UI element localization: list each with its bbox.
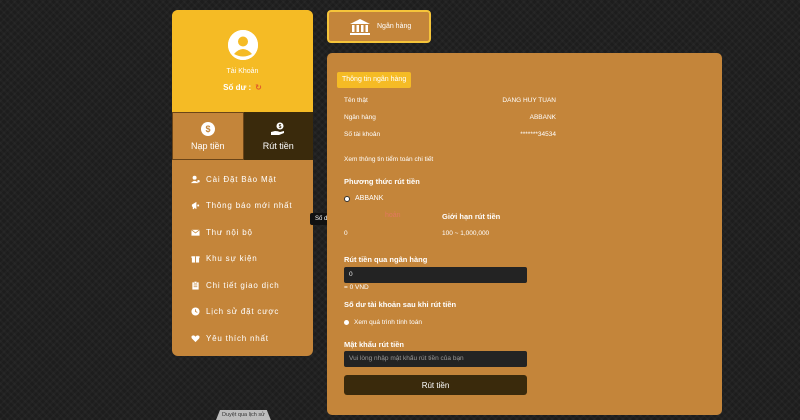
sidebar: Tài Khoản Số dư : ↻ $ Nạp tiền $ Rút tiề… — [172, 10, 313, 356]
menu-item-label: Thư nội bộ — [206, 227, 253, 237]
menu-item-inbox[interactable]: Thư nội bộ — [172, 219, 313, 246]
bullet-icon — [344, 320, 349, 325]
svg-text:$: $ — [279, 124, 282, 130]
method-title: Phương thức rút tiền — [344, 177, 420, 186]
tab-withdraw[interactable]: $ Rút tiền — [243, 112, 313, 160]
amount-hint: = 0 VND — [344, 284, 369, 291]
menu-item-label: Thông báo mới nhất — [206, 201, 293, 211]
menu-item-security[interactable]: Cài Đặt Bảo Mật — [172, 166, 313, 193]
tab-deposit[interactable]: $ Nạp tiền — [172, 112, 244, 160]
menu-item-notifications[interactable]: Thông báo mới nhất — [172, 193, 313, 220]
user-avatar-icon[interactable] — [227, 30, 258, 60]
heart-icon — [191, 335, 200, 342]
radio-selected[interactable] — [344, 195, 350, 202]
info-label: Số tài khoản — [344, 131, 381, 138]
menu-item-favorites[interactable]: Yêu thích nhất — [172, 325, 313, 352]
account-label: Tài Khoản — [226, 68, 259, 75]
method-option-label: ABBANK — [355, 195, 384, 202]
withdraw-amount-title: Rút tiền qua ngân hàng — [344, 255, 428, 264]
gift-icon — [191, 256, 200, 263]
info-row-name: Tên thật DANG HUY TUAN — [344, 97, 556, 104]
withdraw-limit-label: Giới hạn rút tiền — [442, 212, 501, 221]
user-gear-icon — [191, 175, 200, 183]
menu-item-label: Yêu thích nhất — [206, 333, 269, 343]
menu-item-events[interactable]: Khu sự kiện — [172, 246, 313, 273]
sidebar-menu: Cài Đặt Bảo Mật Thông báo mới nhất Thư n… — [172, 160, 313, 352]
menu-item-label: Khu sự kiện — [206, 254, 258, 264]
envelope-icon — [191, 229, 200, 236]
info-value: *******34534 — [520, 131, 556, 138]
refresh-icon[interactable]: ↻ — [255, 83, 262, 92]
withdraw-limit-value: 100 ~ 1,000,000 — [442, 230, 490, 237]
password-input[interactable] — [344, 351, 527, 367]
after-balance-row: Xem quá trình tính toán — [344, 319, 422, 326]
info-value: ABBANK — [529, 114, 556, 121]
svg-text:$: $ — [205, 124, 210, 134]
history-badge[interactable]: Duyệt qua lịch sử — [216, 410, 271, 420]
amount-input[interactable] — [344, 267, 527, 283]
clock-icon — [191, 307, 200, 316]
after-balance-title: Số dư tài khoản sau khi rút tiền — [344, 300, 457, 309]
menu-item-label: Lịch sử đặt cược — [206, 307, 280, 317]
view-details-link[interactable]: Xem thông tin tiểm toán chi tiết — [344, 156, 433, 163]
after-balance-value: Xem quá trình tính toán — [354, 319, 422, 326]
menu-item-label: Cài Đặt Bảo Mật — [206, 174, 277, 184]
megaphone-icon — [191, 202, 200, 210]
method-option-abbank[interactable]: ABBANK — [344, 195, 383, 202]
info-row-account-number: Số tài khoản *******34534 — [344, 131, 556, 138]
menu-item-bet-history[interactable]: Lịch sử đặt cược — [172, 299, 313, 326]
money-bag-icon: $ — [200, 122, 215, 136]
info-row-bank: Ngân hàng ABBANK — [344, 114, 556, 121]
tab-bank[interactable]: Ngân hàng — [327, 10, 431, 43]
info-label: Ngân hàng — [344, 114, 376, 121]
password-title: Mật khẩu rút tiền — [344, 340, 405, 349]
tab-deposit-label: Nạp tiền — [190, 141, 225, 151]
balance-value: 0 — [344, 230, 348, 237]
info-label: Tên thật — [344, 97, 368, 104]
balance-row: Số dư : ↻ — [223, 83, 262, 92]
bank-icon — [350, 18, 370, 35]
withdraw-panel: Thông tin ngân hàng Tên thật DANG HUY TU… — [327, 53, 722, 415]
menu-item-transactions[interactable]: Chi tiết giao dịch — [172, 272, 313, 299]
info-value: DANG HUY TUAN — [502, 97, 556, 104]
clipboard-icon — [192, 280, 199, 290]
hand-money-icon: $ — [271, 122, 285, 135]
menu-item-label: Chi tiết giao dịch — [206, 280, 280, 290]
balance-limit-label: hoản — [385, 212, 401, 219]
tab-bank-label: Ngân hàng — [377, 23, 412, 30]
account-card: Tài Khoản Số dư : ↻ — [172, 10, 313, 112]
submit-withdraw-button[interactable]: Rút tiền — [344, 375, 527, 395]
balance-label: Số dư : — [223, 83, 252, 92]
bank-info-title: Thông tin ngân hàng — [337, 72, 412, 88]
action-tabs: $ Nạp tiền $ Rút tiền — [172, 112, 313, 160]
tab-withdraw-label: Rút tiền — [262, 141, 294, 151]
